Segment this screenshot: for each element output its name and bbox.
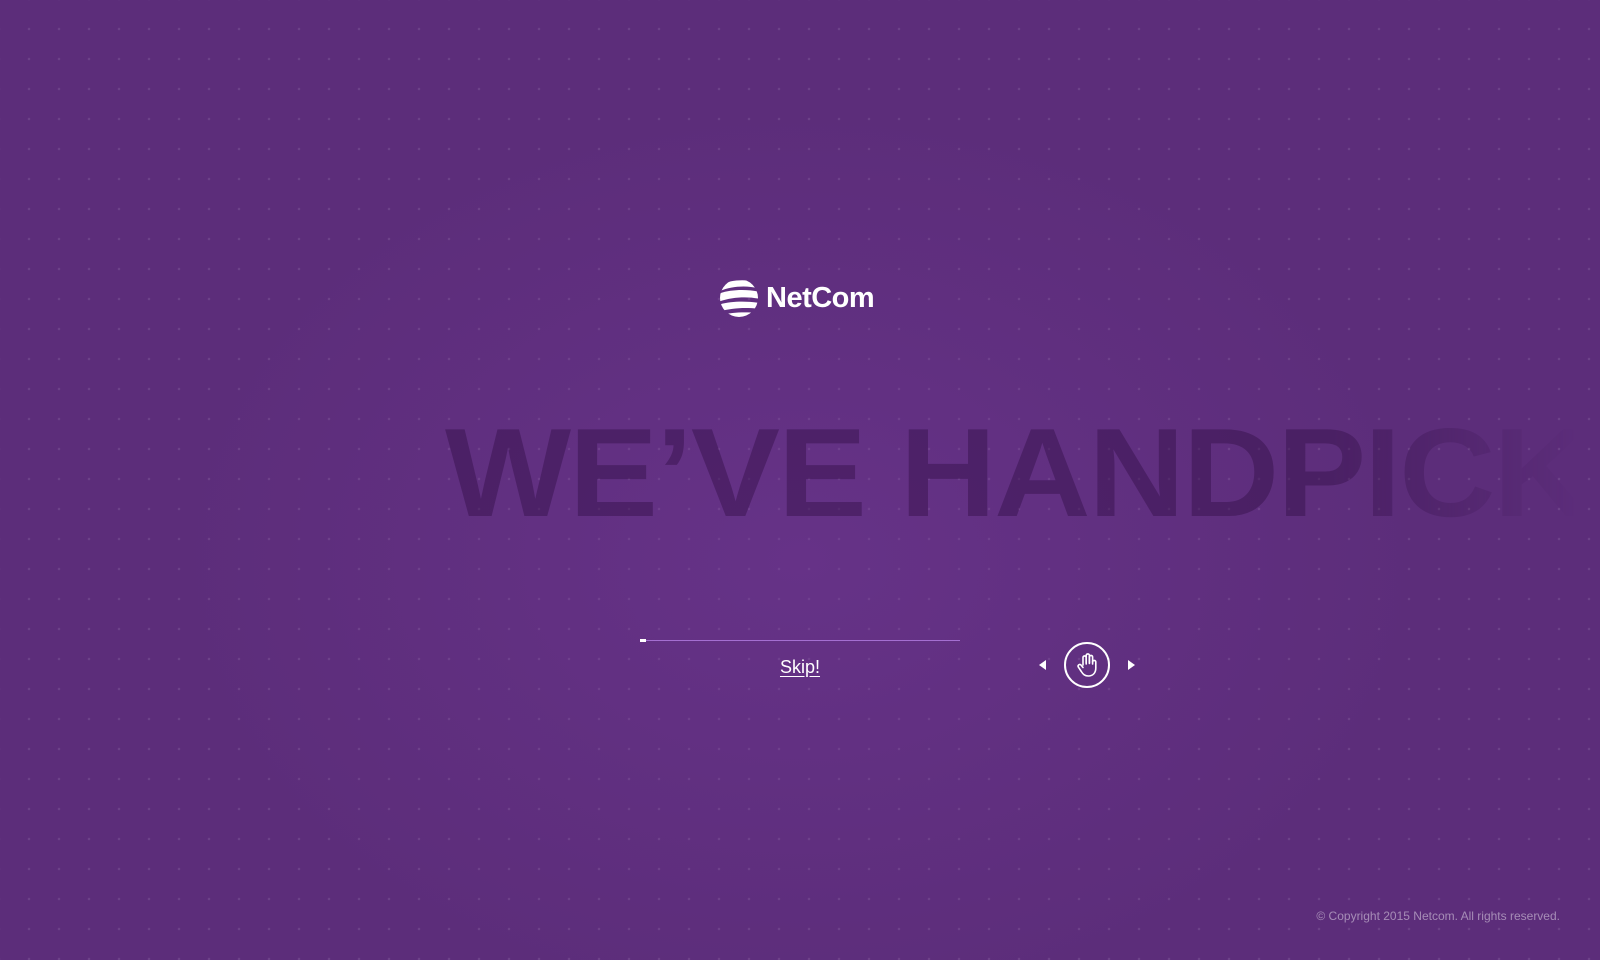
triangle-left-icon: [1039, 660, 1046, 670]
intro-headline: WE’VE HANDPICKED: [445, 408, 1575, 538]
intro-progress-bar: [640, 639, 960, 642]
hand-icon: [1077, 653, 1097, 677]
triangle-right-icon: [1128, 660, 1135, 670]
skip-button[interactable]: Skip!: [740, 657, 860, 678]
drag-handle[interactable]: [1064, 642, 1110, 688]
copyright-text: © Copyright 2015 Netcom. All rights rese…: [1316, 909, 1560, 923]
previous-button[interactable]: [1036, 658, 1050, 672]
netcom-logo[interactable]: NetCom: [718, 275, 875, 321]
intro-headline-container: WE’VE HANDPICKED: [445, 408, 1575, 538]
next-button[interactable]: [1124, 658, 1138, 672]
slide-navigation: [1036, 642, 1138, 688]
intro-screen: NetCom WE’VE HANDPICKED Skip! © Cop: [0, 0, 1600, 960]
intro-progress-fill: [640, 639, 647, 642]
brand-name: NetCom: [766, 281, 875, 314]
netcom-globe-logo-icon: [720, 280, 758, 317]
